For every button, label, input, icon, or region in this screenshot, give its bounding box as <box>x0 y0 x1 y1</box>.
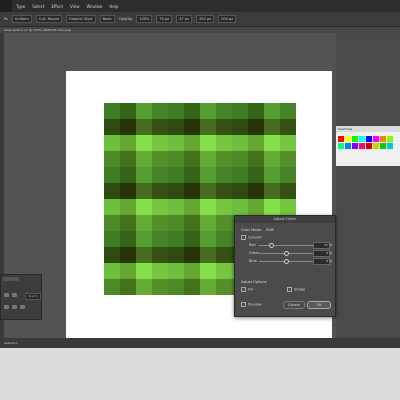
stroke-weight-field[interactable]: Ps <box>4 17 8 21</box>
plaid-horizontal-band <box>104 183 296 199</box>
plaid-horizontal-band <box>104 135 296 151</box>
plaid-horizontal-band <box>104 119 296 135</box>
blue-label: Blue <box>249 259 257 263</box>
menu-bar: Type Select Effect View Window Help <box>0 0 400 12</box>
ok-button[interactable]: OK <box>307 301 331 309</box>
swatch[interactable] <box>359 143 365 149</box>
red-unit: % <box>329 243 333 247</box>
color-mode-row: Color Mode: RGB <box>241 228 274 232</box>
fill-option: Fill <box>241 287 253 292</box>
illustrator-window: Type Select Effect View Window Help Ps U… <box>0 0 400 348</box>
preview-option: Preview <box>241 302 262 307</box>
document-tab-label: plaid-swatch.ai* @ 200% (RGB/GPU Preview… <box>4 28 72 32</box>
variable-width-dropdown[interactable]: Uniform <box>11 15 32 23</box>
swatches-panel: Swatches <box>336 126 400 166</box>
convert-checkbox[interactable] <box>241 235 246 240</box>
swatch[interactable] <box>359 136 365 142</box>
red-label: Red <box>249 243 256 247</box>
blue-value[interactable]: 0 <box>313 258 330 265</box>
swatch[interactable] <box>338 136 344 142</box>
status-bar: Selection <box>0 338 400 348</box>
blue-slider-knob[interactable] <box>284 259 289 264</box>
blue-unit: % <box>329 259 333 263</box>
cancel-button[interactable]: Cancel <box>283 301 305 309</box>
red-slider-knob[interactable] <box>269 243 274 248</box>
red-slider[interactable] <box>259 245 319 246</box>
knockout-button[interactable] <box>20 305 25 309</box>
stroke-option: Stroke <box>287 287 305 292</box>
brush-dropdown[interactable]: 5 pt. Round <box>35 15 63 23</box>
plaid-horizontal-band <box>104 199 296 215</box>
swatch[interactable] <box>387 143 393 149</box>
menu-help[interactable]: Help <box>109 4 118 9</box>
opacity-field[interactable]: 100% <box>136 15 153 23</box>
swatch[interactable] <box>345 143 351 149</box>
adjust-colors-dialog: Adjust Colors Color Mode: RGB Convert Re… <box>234 215 336 317</box>
stroke-checkbox[interactable] <box>287 287 292 292</box>
panel-tab[interactable] <box>3 277 19 281</box>
dialog-title: Adjust Colors <box>235 216 335 223</box>
color-mode-select[interactable]: RGB <box>266 228 274 232</box>
width-field[interactable]: 200 px <box>196 15 215 23</box>
swatch[interactable] <box>352 143 358 149</box>
style-dropdown[interactable]: Basic <box>99 15 115 23</box>
clip-button[interactable] <box>12 293 17 297</box>
opacity-field[interactable]: Opacity <box>25 293 41 300</box>
red-value[interactable]: -37 <box>313 242 330 249</box>
graphic-style-dropdown[interactable]: Graphic Style <box>66 15 96 23</box>
menu-view[interactable]: View <box>70 4 80 9</box>
green-slider-knob[interactable] <box>284 251 289 256</box>
control-bar: Ps Uniform 5 pt. Round Graphic Style Bas… <box>0 12 400 27</box>
convert-row: Convert <box>241 235 262 240</box>
green-unit: % <box>329 251 333 255</box>
right-panel-dock <box>336 33 400 338</box>
green-value[interactable]: 0 <box>313 250 330 257</box>
adjust-options-label: Adjust Options <box>241 280 267 284</box>
transparency-panel: Opacity <box>0 274 42 320</box>
isolate-button[interactable] <box>12 305 17 309</box>
swatch[interactable] <box>373 136 379 142</box>
mask-button[interactable] <box>4 293 9 297</box>
convert-label: Convert <box>248 235 262 240</box>
swatches-panel-title[interactable]: Swatches <box>336 126 400 132</box>
swatch[interactable] <box>373 143 379 149</box>
color-mode-label: Color Mode: <box>241 228 262 232</box>
swatch[interactable] <box>380 143 386 149</box>
menu-select[interactable]: Select <box>32 4 44 9</box>
fill-checkbox[interactable] <box>241 287 246 292</box>
app-logo-icon <box>0 0 12 12</box>
swatch[interactable] <box>366 143 372 149</box>
swatch[interactable] <box>338 143 344 149</box>
blue-slider[interactable] <box>259 261 319 262</box>
stroke-label: Stroke <box>294 287 306 292</box>
x-field[interactable]: 70 px <box>156 15 173 23</box>
invert-button[interactable] <box>4 305 9 309</box>
preview-checkbox[interactable] <box>241 302 246 307</box>
swatch[interactable] <box>352 136 358 142</box>
green-slider[interactable] <box>259 253 319 254</box>
height-field[interactable]: 200 px <box>218 15 237 23</box>
menu-type[interactable]: Type <box>16 4 25 9</box>
menu-effect[interactable]: Effect <box>52 4 64 9</box>
fill-label: Fill <box>248 287 253 292</box>
opacity-label: Opacity <box>118 17 133 21</box>
swatch[interactable] <box>345 136 351 142</box>
preview-label: Preview <box>248 302 262 307</box>
swatch[interactable] <box>380 136 386 142</box>
plaid-horizontal-band <box>104 103 296 119</box>
status-text: Selection <box>4 341 18 345</box>
swatch[interactable] <box>366 136 372 142</box>
y-field[interactable]: 47 px <box>176 15 193 23</box>
swatch[interactable] <box>387 136 393 142</box>
menu-window[interactable]: Window <box>87 4 103 9</box>
plaid-horizontal-band <box>104 151 296 167</box>
plaid-horizontal-band <box>104 167 296 183</box>
